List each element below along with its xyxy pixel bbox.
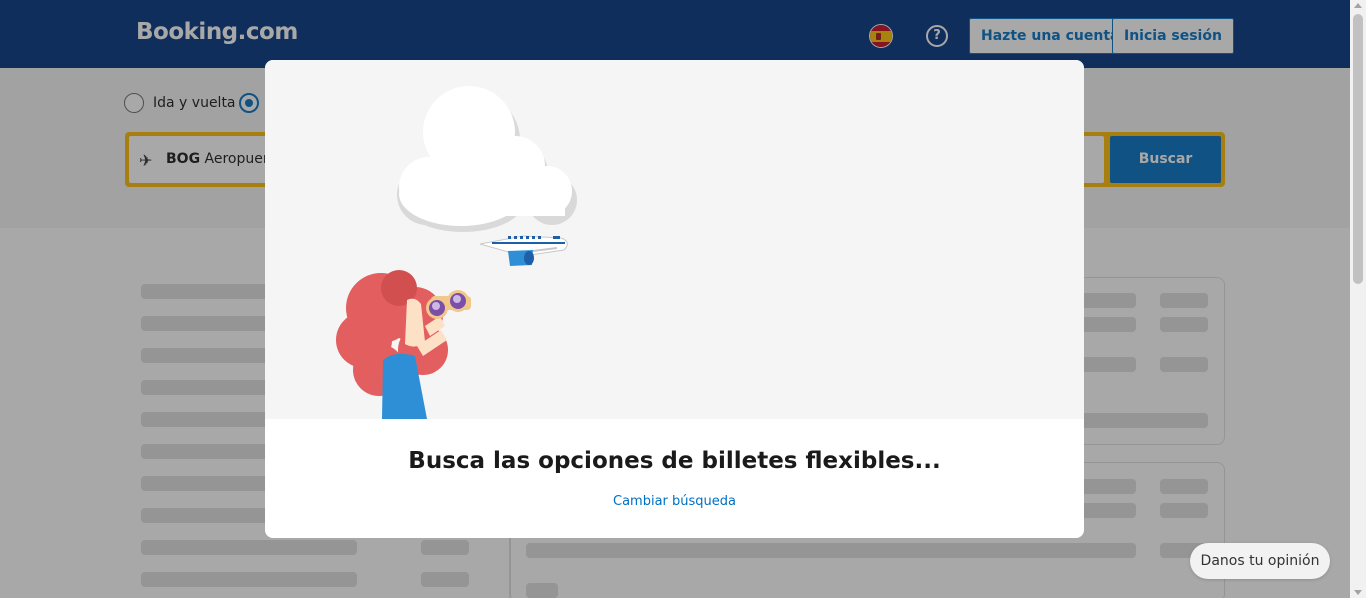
binoculars-girl-illustration bbox=[336, 86, 577, 419]
feedback-button[interactable]: Danos tu opinión bbox=[1190, 543, 1330, 579]
change-search-link[interactable]: Cambiar búsqueda bbox=[265, 494, 1084, 509]
modal-title: Busca las opciones de billetes flexibles… bbox=[408, 448, 941, 474]
scroll-down-icon[interactable] bbox=[1354, 590, 1362, 595]
search-illustration bbox=[265, 60, 1084, 419]
loading-modal: Busca las opciones de billetes flexibles… bbox=[265, 60, 1084, 538]
scroll-up-icon[interactable] bbox=[1354, 3, 1362, 8]
page-scrollbar[interactable] bbox=[1350, 0, 1366, 598]
scrollbar-thumb[interactable] bbox=[1353, 14, 1363, 284]
